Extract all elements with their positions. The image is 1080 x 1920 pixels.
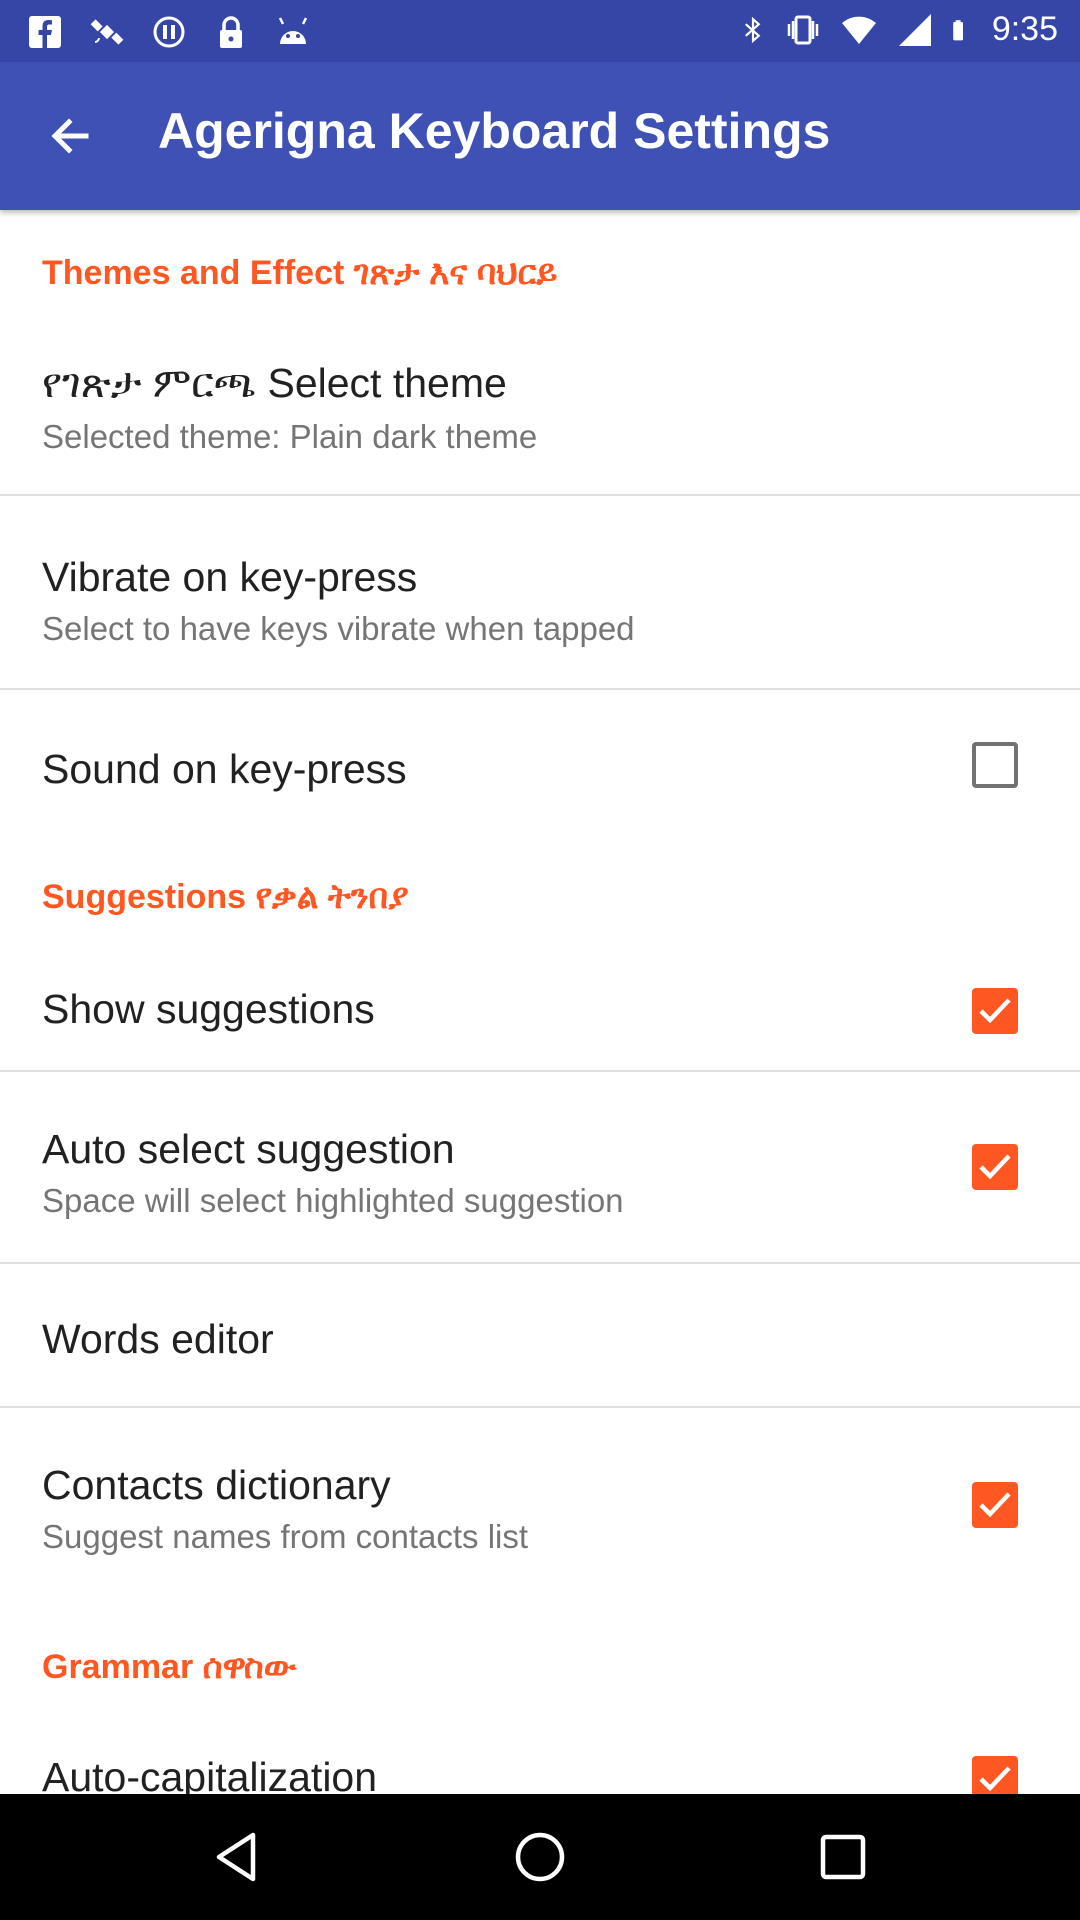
sound-checkbox[interactable]	[972, 742, 1018, 788]
status-time: 9:35	[991, 10, 1058, 48]
status-bar-notifications	[26, 14, 312, 50]
pref-select-theme[interactable]: የገጽታ ምርጫ Select theme Selected theme: Pl…	[0, 336, 1080, 504]
pref-show-suggestions[interactable]: Show suggestions	[0, 950, 1080, 1070]
home-circle-icon[interactable]	[510, 1827, 570, 1887]
battery-icon	[953, 19, 963, 40]
category-header-themes: Themes and Effect ገጽታ እና ባህርይ	[42, 254, 558, 292]
pref-title: Auto select suggestion	[42, 1126, 455, 1172]
auto-capitalization-checkbox[interactable]	[972, 1756, 1018, 1794]
pref-title: Show suggestions	[42, 986, 375, 1032]
category-header-suggestions: Suggestions የቃል ትንበያ	[42, 878, 409, 916]
status-bar: 9:35	[0, 0, 1080, 62]
pref-title: Words editor	[42, 1316, 274, 1362]
pref-title: Contacts dictionary	[42, 1462, 391, 1508]
check-icon	[979, 998, 1011, 1024]
facebook-icon	[29, 16, 61, 48]
signal-icon	[898, 13, 931, 46]
bluetooth-icon	[744, 16, 761, 43]
pref-title: Auto-capitalization	[42, 1754, 378, 1794]
show-suggestions-checkbox[interactable]	[972, 988, 1018, 1034]
pref-sound[interactable]: Sound on key-press	[0, 690, 1080, 840]
contacts-dictionary-checkbox[interactable]	[972, 1482, 1018, 1528]
navigation-bar	[0, 1794, 1080, 1920]
wifi-icon	[841, 16, 876, 44]
pref-contacts-dictionary[interactable]: Contacts dictionary Suggest names from c…	[0, 1408, 1080, 1598]
android-icon	[278, 17, 308, 44]
check-icon	[979, 1492, 1011, 1518]
pref-auto-capitalization[interactable]: Auto-capitalization	[0, 1716, 1080, 1794]
vibrate-icon	[787, 15, 819, 44]
page-title: Agerigna Keyboard Settings	[158, 103, 831, 159]
lock-icon	[220, 16, 242, 48]
pref-words-editor[interactable]: Words editor	[0, 1264, 1080, 1404]
arrow-back-icon[interactable]	[40, 106, 100, 166]
status-bar-system: 9:35	[740, 10, 1058, 49]
pref-summary: Space will select highlighted suggestion	[42, 1182, 624, 1219]
category-header-grammar: Grammar ሰዋስው	[42, 1648, 297, 1686]
recents-square-icon[interactable]	[813, 1827, 873, 1887]
pref-auto-select[interactable]: Auto select suggestion Space will select…	[0, 1072, 1080, 1260]
pref-summary: Suggest names from contacts list	[42, 1518, 529, 1555]
pref-title: የገጽታ ምርጫ Select theme	[42, 360, 507, 406]
check-icon	[979, 1766, 1011, 1792]
pref-title: Sound on key-press	[42, 746, 407, 792]
satellite-icon	[90, 19, 124, 45]
back-triangle-icon[interactable]	[207, 1827, 267, 1887]
pref-vibrate[interactable]: Vibrate on key-press Select to have keys…	[0, 500, 1080, 688]
check-icon	[979, 1154, 1011, 1180]
pref-summary: Select to have keys vibrate when tapped	[42, 610, 635, 647]
pref-title: Vibrate on key-press	[42, 554, 418, 600]
divider	[0, 494, 1080, 496]
auto-select-checkbox[interactable]	[972, 1144, 1018, 1190]
settings-list[interactable]: Themes and Effect ገጽታ እና ባህርይ የገጽታ ምርጫ S…	[0, 210, 1080, 1794]
sync-icon	[153, 16, 185, 48]
app-bar: Agerigna Keyboard Settings	[0, 62, 1080, 210]
pref-summary: Selected theme: Plain dark theme	[42, 418, 538, 455]
